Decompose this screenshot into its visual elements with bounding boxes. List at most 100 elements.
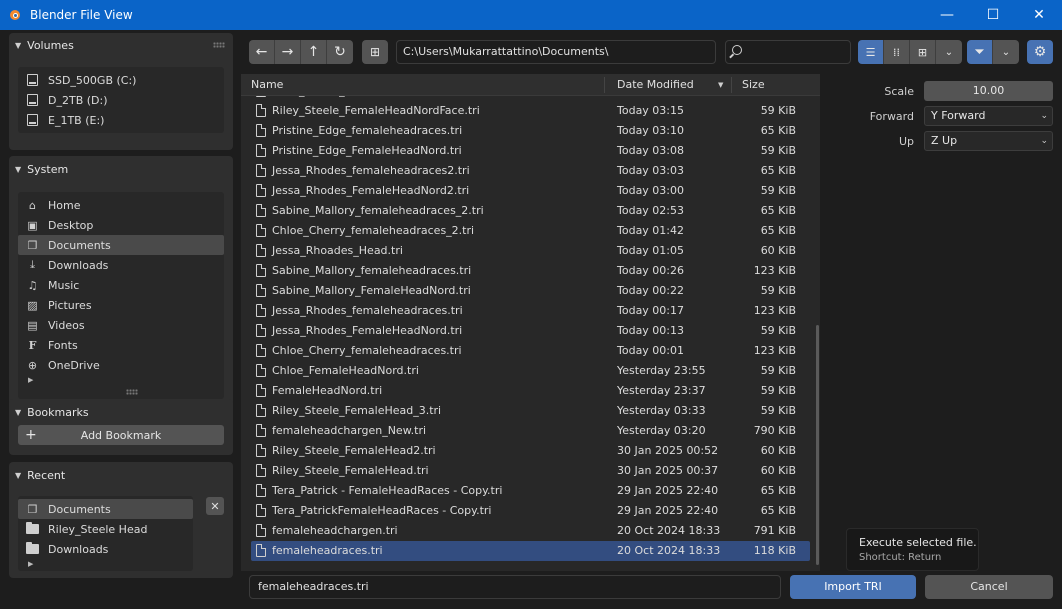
file-list-scrollbar[interactable] — [816, 325, 819, 565]
import-button[interactable]: Import TRI — [790, 575, 916, 599]
file-size: 123 KiB — [753, 264, 796, 277]
volumes-header[interactable]: ▼ Volumes — [9, 33, 233, 57]
sidebar-item-videos[interactable]: ▤ Videos — [18, 315, 224, 335]
sidebar-item-onedrive[interactable]: ⊕ OneDrive — [18, 355, 224, 375]
directory-path-input[interactable]: C:\Users\Mukarrattattino\Documents\ — [396, 40, 716, 64]
file-row[interactable]: Jessa_Rhodes_femaleheadraces2.tri Today 0… — [251, 161, 810, 181]
file-row[interactable]: Sabine_Mallory_femaleheadraces_2.tri Toda… — [251, 201, 810, 221]
sidebar-item-home[interactable]: ⌂ Home — [18, 195, 224, 215]
volume-item-c[interactable]: SSD_500GB (C:) — [18, 70, 224, 90]
file-row[interactable]: femaleheadchargen_New.tri Yesterday 03:20… — [251, 421, 810, 441]
expand-arrow-icon[interactable]: ▶ — [18, 375, 224, 385]
recent-header[interactable]: ▼ Recent — [9, 462, 233, 488]
file-size: 59 KiB — [760, 144, 796, 157]
file-row[interactable]: Pristine_Edge_femaleheadraces.tri Today 0… — [251, 121, 810, 141]
bookmarks-header[interactable]: ▼ Bookmarks — [9, 399, 233, 425]
minimize-button[interactable]: — — [924, 0, 970, 30]
vertical-list-button[interactable]: ☰ — [858, 40, 884, 64]
sidebar-item-desktop[interactable]: ▣ Desktop — [18, 215, 224, 235]
sidebar-item-pictures[interactable]: ▨ Pictures — [18, 295, 224, 315]
up-dropdown[interactable]: Z Up ⌄ — [924, 131, 1053, 151]
file-row[interactable]: Riley_Steele_FemaleHeadNordFace.tri Today… — [251, 101, 810, 121]
maximize-button[interactable]: ☐ — [970, 0, 1016, 30]
file-rows: Riley_Steele_FemaleHeadRaces - Copy.tri … — [241, 84, 820, 561]
file-row[interactable]: Tera_Patrick - FemaleHeadRaces - Copy.tr… — [251, 481, 810, 501]
file-name: Chloe_Cherry_femaleheadraces_2.tri — [272, 224, 475, 237]
close-button[interactable]: ✕ — [1016, 0, 1062, 30]
file-row[interactable]: Sabine_Mallory_FemaleHeadNord.tri Today 0… — [251, 281, 810, 301]
back-button[interactable]: ← — [249, 40, 275, 64]
tooltip-shortcut: Shortcut: Return — [859, 552, 942, 563]
sidebar-item-documents[interactable]: ❐ Documents — [18, 235, 224, 255]
add-bookmark-button[interactable]: + Add Bookmark — [18, 425, 224, 445]
volume-item-d[interactable]: D_2TB (D:) — [18, 90, 224, 110]
file-name: femaleheadchargen.tri — [272, 524, 398, 537]
recent-item-riley-steele-head[interactable]: Riley_Steele Head — [18, 519, 193, 539]
file-row[interactable]: Pristine_Edge_FemaleHeadNord.tri Today 03… — [251, 141, 810, 161]
file-row[interactable]: Riley_Steele_FemaleHead2.tri 30 Jan 2025 … — [251, 441, 810, 461]
drag-grip-icon[interactable] — [213, 42, 225, 48]
file-row[interactable]: Jessa_Rhodes_FemaleHeadNord2.tri Today 03… — [251, 181, 810, 201]
scale-field[interactable]: 10.00 — [924, 81, 1053, 101]
chevron-down-icon: ▼ — [15, 40, 22, 50]
file-row[interactable]: Jessa_Rhoades_Head.tri Today 01:05 60 KiB — [251, 241, 810, 261]
filter-options-dropdown[interactable]: ⌄ — [993, 40, 1019, 64]
file-row[interactable]: Riley_Steele_FemaleHead.tri 30 Jan 2025 0… — [251, 461, 810, 481]
recent-item-downloads[interactable]: Downloads — [18, 539, 193, 559]
resize-grip-icon[interactable] — [126, 389, 138, 395]
music-icon: ♫ — [27, 278, 38, 292]
sidebar-item-downloads[interactable]: ⤓ Downloads — [18, 255, 224, 275]
file-row[interactable]: Tera_PatrickFemaleHeadRaces - Copy.tri 29… — [251, 501, 810, 521]
file-icon — [256, 164, 266, 177]
file-size: 59 KiB — [760, 384, 796, 397]
file-row[interactable]: Jessa_Rhodes_femaleheadraces.tri Today 00… — [251, 301, 810, 321]
horizontal-list-button[interactable]: ⁞⁞ — [884, 40, 910, 64]
file-icon — [256, 424, 266, 437]
file-row[interactable]: Chloe_FemaleHeadNord.tri Yesterday 23:55 5… — [251, 361, 810, 381]
file-icon — [256, 344, 266, 357]
chevron-down-icon: ⌄ — [1040, 136, 1048, 146]
file-date: Today 03:08 — [617, 144, 685, 157]
file-row[interactable]: femaleheadchargen.tri 20 Oct 2024 18:33 79… — [251, 521, 810, 541]
file-date: Today 03:15 — [617, 104, 685, 117]
clear-recent-button[interactable]: ✕ — [206, 497, 224, 515]
sort-descending-icon: ▼ — [718, 81, 724, 89]
search-input[interactable] — [725, 40, 851, 64]
volume-item-e[interactable]: E_1TB (E:) — [18, 110, 224, 130]
sidebar-item-fonts[interactable]: F Fonts — [18, 335, 224, 355]
file-row-selected[interactable]: femaleheadraces.tri 20 Oct 2024 18:33 118 … — [251, 541, 810, 561]
file-row[interactable]: FemaleHeadNord.tri Yesterday 23:37 59 KiB — [251, 381, 810, 401]
recent-item-documents[interactable]: ❐ Documents — [18, 499, 193, 519]
refresh-icon: ↻ — [334, 44, 346, 60]
column-header-size[interactable]: Size — [742, 74, 765, 96]
filename-input[interactable]: femaleheadraces.tri — [249, 575, 781, 599]
system-header[interactable]: ▼ System — [9, 156, 233, 182]
expand-arrow-icon[interactable]: ▶ — [18, 559, 33, 569]
chevron-down-icon: ▼ — [15, 407, 22, 417]
column-header-name[interactable]: Name — [251, 74, 283, 96]
file-row[interactable]: Chloe_Cherry_femaleheadraces.tri Today 00… — [251, 341, 810, 361]
file-icon — [256, 224, 266, 237]
forward-dropdown[interactable]: Y Forward ⌄ — [924, 106, 1053, 126]
file-row[interactable]: Sabine_Mallory_femaleheadraces.tri Today … — [251, 261, 810, 281]
file-icon — [256, 464, 266, 477]
parent-directory-button[interactable]: ↑ — [301, 40, 327, 64]
filter-toggle-button[interactable]: ⏷ — [967, 40, 993, 64]
file-row[interactable]: Chloe_Cherry_femaleheadraces_2.tri Today … — [251, 221, 810, 241]
thumbnails-button[interactable]: ⊞ — [910, 40, 936, 64]
settings-button[interactable]: ⚙ — [1027, 40, 1053, 64]
sidebar-item-music[interactable]: ♫ Music — [18, 275, 224, 295]
file-row[interactable]: Jessa_Rhodes_FemaleHeadNord.tri Today 00:… — [251, 321, 810, 341]
toolbar: ← → ↑ ↻ ⊞ C:\Users\Mukarrattattino\Docum… — [241, 33, 1061, 71]
file-date: Yesterday 03:20 — [617, 424, 706, 437]
column-header-date[interactable]: Date Modified — [617, 74, 694, 96]
new-directory-button[interactable]: ⊞ — [362, 40, 388, 64]
file-icon — [256, 524, 266, 537]
fonts-icon: F — [28, 338, 37, 352]
refresh-button[interactable]: ↻ — [327, 40, 353, 64]
file-icon — [256, 304, 266, 317]
cancel-button[interactable]: Cancel — [925, 575, 1053, 599]
forward-button[interactable]: → — [275, 40, 301, 64]
display-options-dropdown[interactable]: ⌄ — [936, 40, 962, 64]
file-row[interactable]: Riley_Steele_FemaleHead_3.tri Yesterday 0… — [251, 401, 810, 421]
